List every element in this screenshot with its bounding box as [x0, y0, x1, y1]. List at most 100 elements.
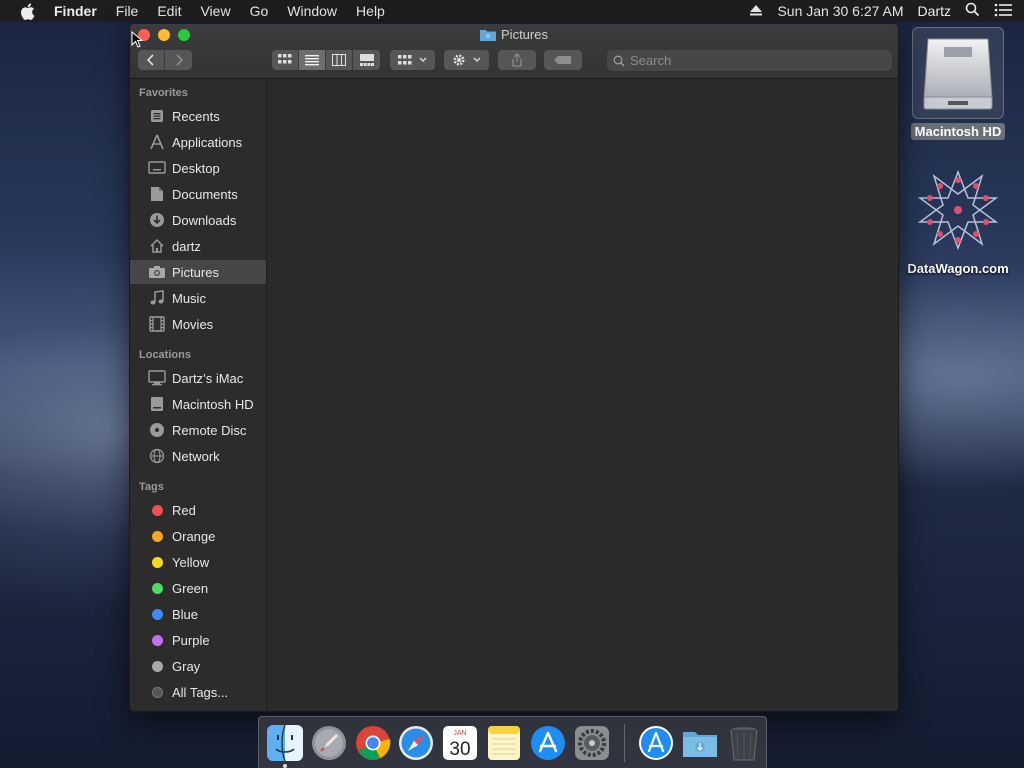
sidebar-tag-yellow[interactable]: Yellow: [130, 550, 266, 574]
column-view-button[interactable]: [326, 50, 353, 70]
app-store-icon[interactable]: [528, 723, 568, 763]
sidebar-item-pictures[interactable]: Pictures: [130, 260, 266, 284]
system-preferences-icon[interactable]: [572, 723, 612, 763]
menu-go[interactable]: Go: [250, 3, 269, 19]
menu-window[interactable]: Window: [287, 3, 337, 19]
all-tags-icon: [147, 683, 167, 701]
desktop-icon-label: Macintosh HD: [910, 123, 1006, 140]
share-button[interactable]: [498, 50, 536, 70]
chrome-icon[interactable]: [353, 723, 393, 763]
document-icon: [147, 185, 167, 203]
eject-icon[interactable]: [749, 3, 763, 19]
sidebar-item-label: Purple: [172, 632, 210, 648]
sidebar-tag-green[interactable]: Green: [130, 576, 266, 600]
sidebar-item-label: All Tags...: [172, 684, 229, 700]
applications-folder-icon[interactable]: [637, 723, 677, 763]
sidebar-item-recents[interactable]: Recents: [130, 104, 266, 128]
sidebar-item-movies[interactable]: Movies: [130, 312, 266, 336]
datawagon-logo-icon: [916, 168, 1000, 257]
sidebar-all-tags[interactable]: All Tags...: [130, 680, 266, 704]
disc-icon: [147, 421, 167, 439]
menu-view[interactable]: View: [200, 3, 230, 19]
downloads-folder-icon[interactable]: [680, 723, 720, 763]
sidebar-item-label: Dartz’s iMac: [172, 370, 244, 386]
title-bar[interactable]: Pictures: [130, 24, 898, 79]
group-by-button[interactable]: [390, 50, 435, 70]
sidebar: Favorites Recents Applications Desktop D…: [130, 80, 267, 711]
dock-separator: [623, 723, 625, 762]
file-list-area[interactable]: [267, 80, 898, 711]
sidebar-tag-purple[interactable]: Purple: [130, 628, 266, 652]
menubar-clock[interactable]: Sun Jan 30 6:27 AM: [777, 3, 903, 19]
sidebar-section-favorites: Favorites: [139, 87, 188, 99]
camera-icon: [147, 263, 167, 281]
sidebar-item-label: Macintosh HD: [172, 396, 254, 412]
trash-icon[interactable]: [724, 723, 764, 763]
forward-button[interactable]: [165, 50, 192, 70]
tag-dot-icon: [147, 657, 167, 675]
sidebar-item-imac[interactable]: Dartz’s iMac: [130, 366, 266, 390]
sidebar-item-label: dartz: [172, 238, 201, 254]
apple-logo-icon[interactable]: [20, 2, 40, 20]
tag-dot-icon: [147, 605, 167, 623]
sidebar-item-macintosh-hd[interactable]: Macintosh HD: [130, 392, 266, 416]
pictures-folder-icon: [480, 29, 497, 41]
tag-dot-icon: [147, 501, 167, 519]
menu-help[interactable]: Help: [356, 3, 385, 19]
imac-icon: [147, 369, 167, 387]
sidebar-item-label: Gray: [172, 658, 201, 674]
tag-dot-icon: [147, 631, 167, 649]
sidebar-tag-gray[interactable]: Gray: [130, 654, 266, 678]
sidebar-item-applications[interactable]: Applications: [130, 130, 266, 154]
sidebar-tag-orange[interactable]: Orange: [130, 524, 266, 548]
sidebar-item-network[interactable]: Network: [130, 444, 266, 468]
chevron-down-icon: [473, 57, 480, 62]
search-input[interactable]: [630, 53, 870, 68]
chevron-down-icon: [419, 57, 426, 62]
menu-file[interactable]: File: [116, 3, 139, 19]
desktop-datawagon[interactable]: DataWagon.com: [900, 168, 1016, 276]
globe-icon: [147, 447, 167, 465]
finder-icon[interactable]: [265, 723, 305, 768]
sidebar-item-remote-disc[interactable]: Remote Disc: [130, 418, 266, 442]
tag-dot-icon: [147, 553, 167, 571]
icon-view-button[interactable]: [272, 50, 299, 70]
notification-center-icon[interactable]: [994, 3, 1012, 20]
tags-button[interactable]: [544, 50, 582, 70]
home-icon: [147, 237, 167, 255]
sidebar-item-label: Green: [172, 580, 209, 596]
menu-app-name[interactable]: Finder: [54, 3, 97, 19]
action-button[interactable]: [444, 50, 489, 70]
sidebar-tag-red[interactable]: Red: [130, 498, 266, 522]
menubar-user[interactable]: Dartz: [918, 3, 951, 19]
notes-icon[interactable]: [484, 723, 524, 763]
launchpad-icon[interactable]: [309, 723, 349, 763]
group-icon: [397, 55, 411, 65]
desktop-macintosh-hd[interactable]: Macintosh HD: [908, 27, 1008, 140]
sidebar-item-label: Movies: [172, 316, 214, 332]
finder-window: Pictures Search Favorites Recents Applic…: [129, 23, 899, 712]
gallery-view-button[interactable]: [353, 50, 380, 70]
menu-edit[interactable]: Edit: [157, 3, 181, 19]
download-icon: [147, 211, 167, 229]
sidebar-section-locations: Locations: [139, 349, 191, 361]
applications-icon: [147, 133, 167, 151]
sidebar-section-tags: Tags: [139, 481, 164, 493]
view-mode-selector: [272, 50, 380, 70]
list-view-button[interactable]: [299, 50, 326, 70]
sidebar-item-desktop[interactable]: Desktop: [130, 156, 266, 180]
sidebar-item-documents[interactable]: Documents: [130, 182, 266, 206]
sidebar-item-label: Orange: [172, 528, 216, 544]
safari-icon[interactable]: [396, 723, 436, 763]
sidebar-item-label: Documents: [172, 186, 238, 202]
sidebar-item-home[interactable]: dartz: [130, 234, 266, 258]
spotlight-icon[interactable]: [965, 2, 980, 20]
sidebar-item-downloads[interactable]: Downloads: [130, 208, 266, 232]
search-field[interactable]: [607, 50, 892, 71]
sidebar-item-music[interactable]: Music: [130, 286, 266, 310]
sidebar-item-label: Pictures: [172, 264, 219, 280]
sidebar-tag-blue[interactable]: Blue: [130, 602, 266, 626]
hard-drive-icon: [147, 395, 167, 413]
calendar-icon[interactable]: JAN 30: [440, 723, 480, 763]
film-icon: [147, 315, 167, 333]
